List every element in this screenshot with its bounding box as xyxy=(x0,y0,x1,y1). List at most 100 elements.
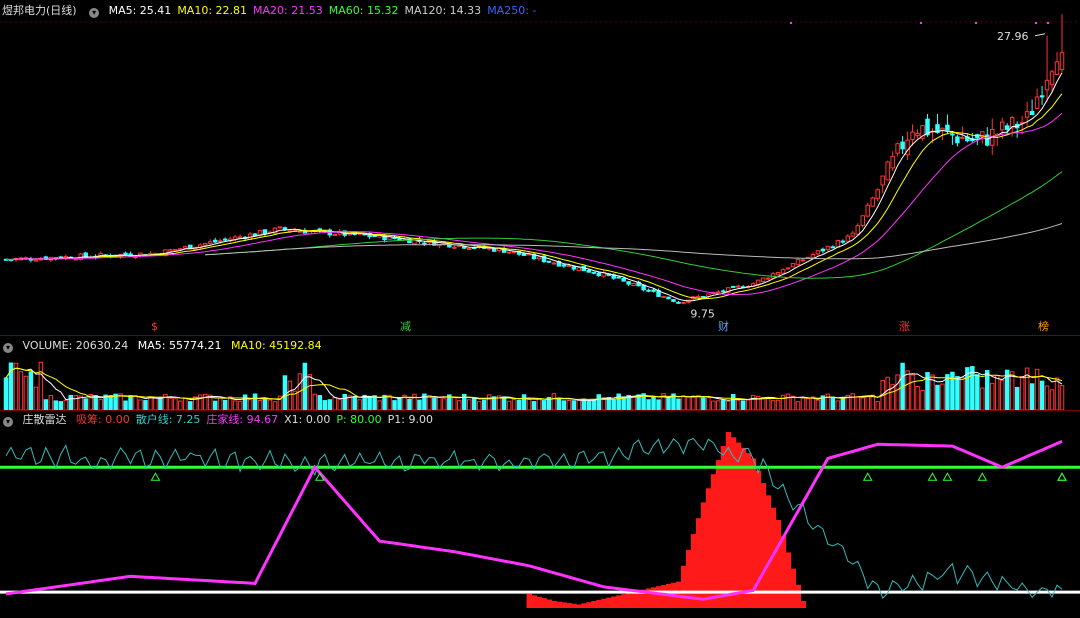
volume-bar xyxy=(1059,385,1065,410)
candle-body xyxy=(800,259,806,262)
volume-bar xyxy=(611,399,616,410)
volume-bar xyxy=(855,396,861,410)
accumulation-bar xyxy=(571,603,577,608)
event-marker-0[interactable]: $ xyxy=(151,321,158,333)
stock-title[interactable]: 煜邦电力(日线) xyxy=(2,4,77,17)
ma-legend: MA5: 25.41 MA10: 22.81 MA20: 21.53 MA60: 15… xyxy=(109,4,543,17)
candle-body xyxy=(855,225,861,235)
volume-bar xyxy=(352,396,357,410)
volume-bar xyxy=(1009,371,1015,410)
indicator-label-4: P: 80.00 xyxy=(336,413,382,426)
volume-bar xyxy=(322,400,328,410)
accumulation-bar xyxy=(720,446,727,608)
volume-bar xyxy=(18,371,24,410)
volume-bar xyxy=(711,400,716,410)
indicator-label-3: X1: 0.00 xyxy=(284,413,331,426)
candle-body xyxy=(641,284,646,291)
volume-bar xyxy=(985,370,990,410)
volume-bar xyxy=(696,394,701,410)
volume-bar xyxy=(516,399,522,410)
accumulation-bar xyxy=(601,598,607,608)
accumulation-bar xyxy=(790,568,797,608)
event-marker-2[interactable]: 财 xyxy=(718,321,729,333)
volume-bar xyxy=(860,397,865,410)
candlestick-chart[interactable]: 27.96 9.75 xyxy=(0,14,1080,334)
volume-bar xyxy=(252,393,258,410)
volume-bar xyxy=(721,399,726,410)
volume-bar xyxy=(840,397,846,410)
volume-bar xyxy=(536,398,542,410)
volume-bar xyxy=(222,399,228,410)
candle-body xyxy=(850,232,856,237)
volume-bar xyxy=(307,374,313,410)
volume-bar xyxy=(367,395,372,410)
accumulation-bar xyxy=(616,595,622,608)
indicator-title[interactable]: 庄散雷达 xyxy=(23,413,67,426)
candle-body xyxy=(865,204,870,217)
volume-bar xyxy=(58,401,64,410)
volume-bar xyxy=(357,399,362,410)
candle-body xyxy=(785,267,791,270)
candle-body xyxy=(775,271,781,276)
main-settings-icon[interactable]: ▾ xyxy=(89,8,100,18)
volume-bar xyxy=(830,397,836,410)
volume-chart[interactable] xyxy=(0,350,1080,410)
candle-body xyxy=(1059,52,1065,70)
accumulation-bar xyxy=(740,447,747,608)
volume-bar xyxy=(123,400,128,410)
accumulation-bar xyxy=(581,603,587,608)
volume-bar xyxy=(128,395,133,410)
candle-body xyxy=(701,295,706,298)
buy-signal-triangle xyxy=(150,472,161,481)
volume-bar xyxy=(427,394,432,410)
candle-body xyxy=(252,233,258,237)
volume-bar xyxy=(556,398,562,410)
candle-body xyxy=(207,241,213,244)
volume-bar xyxy=(955,376,960,410)
candle-body xyxy=(666,296,671,300)
volume-bar xyxy=(1044,385,1050,410)
accumulation-bar xyxy=(541,598,547,608)
pane-divider xyxy=(0,335,1080,336)
volume-bar xyxy=(915,385,920,410)
accumulation-bar xyxy=(556,601,562,608)
volume-bar xyxy=(631,395,636,410)
volume-bar xyxy=(945,374,950,410)
candle-body xyxy=(765,277,771,280)
event-marker-3[interactable]: 涨 xyxy=(899,321,910,333)
volume-bar xyxy=(676,398,681,410)
volume-bar xyxy=(526,398,532,410)
candle-body xyxy=(332,234,337,237)
volume-bar xyxy=(13,362,19,410)
signal-dot xyxy=(1047,22,1049,24)
volume-bar xyxy=(342,393,347,410)
volume-bar xyxy=(920,389,925,410)
candle-body xyxy=(631,282,636,286)
event-marker-1[interactable]: 减 xyxy=(400,321,411,333)
accumulation-bar xyxy=(611,596,617,608)
volume-bar xyxy=(417,399,422,410)
indicator-settings-icon[interactable]: ▾ xyxy=(3,417,13,427)
indicator-chart[interactable] xyxy=(0,425,1080,615)
candle-body xyxy=(551,262,557,265)
candle-body xyxy=(1054,61,1060,75)
buy-signal-triangle xyxy=(862,472,873,481)
candle-body xyxy=(820,248,826,252)
accumulation-bar xyxy=(576,604,582,608)
volume-bar xyxy=(735,400,741,410)
volume-bar xyxy=(148,396,153,410)
candle-body xyxy=(591,271,597,274)
candle-body xyxy=(840,240,846,243)
indicator-label-0: 吸筹: 0.00 xyxy=(76,413,130,426)
accumulation-bar xyxy=(566,603,572,608)
accumulation-bar xyxy=(695,518,702,608)
candle-body xyxy=(900,141,905,150)
candle-body xyxy=(721,290,726,293)
accumulation-bar xyxy=(606,597,612,608)
volume-settings-icon[interactable]: ▾ xyxy=(3,343,13,353)
volume-bar xyxy=(467,399,472,410)
event-marker-4[interactable]: 榜 xyxy=(1038,321,1049,333)
volume-bar xyxy=(995,375,1000,410)
volume-bar xyxy=(168,397,173,410)
signal-dot xyxy=(790,22,792,24)
